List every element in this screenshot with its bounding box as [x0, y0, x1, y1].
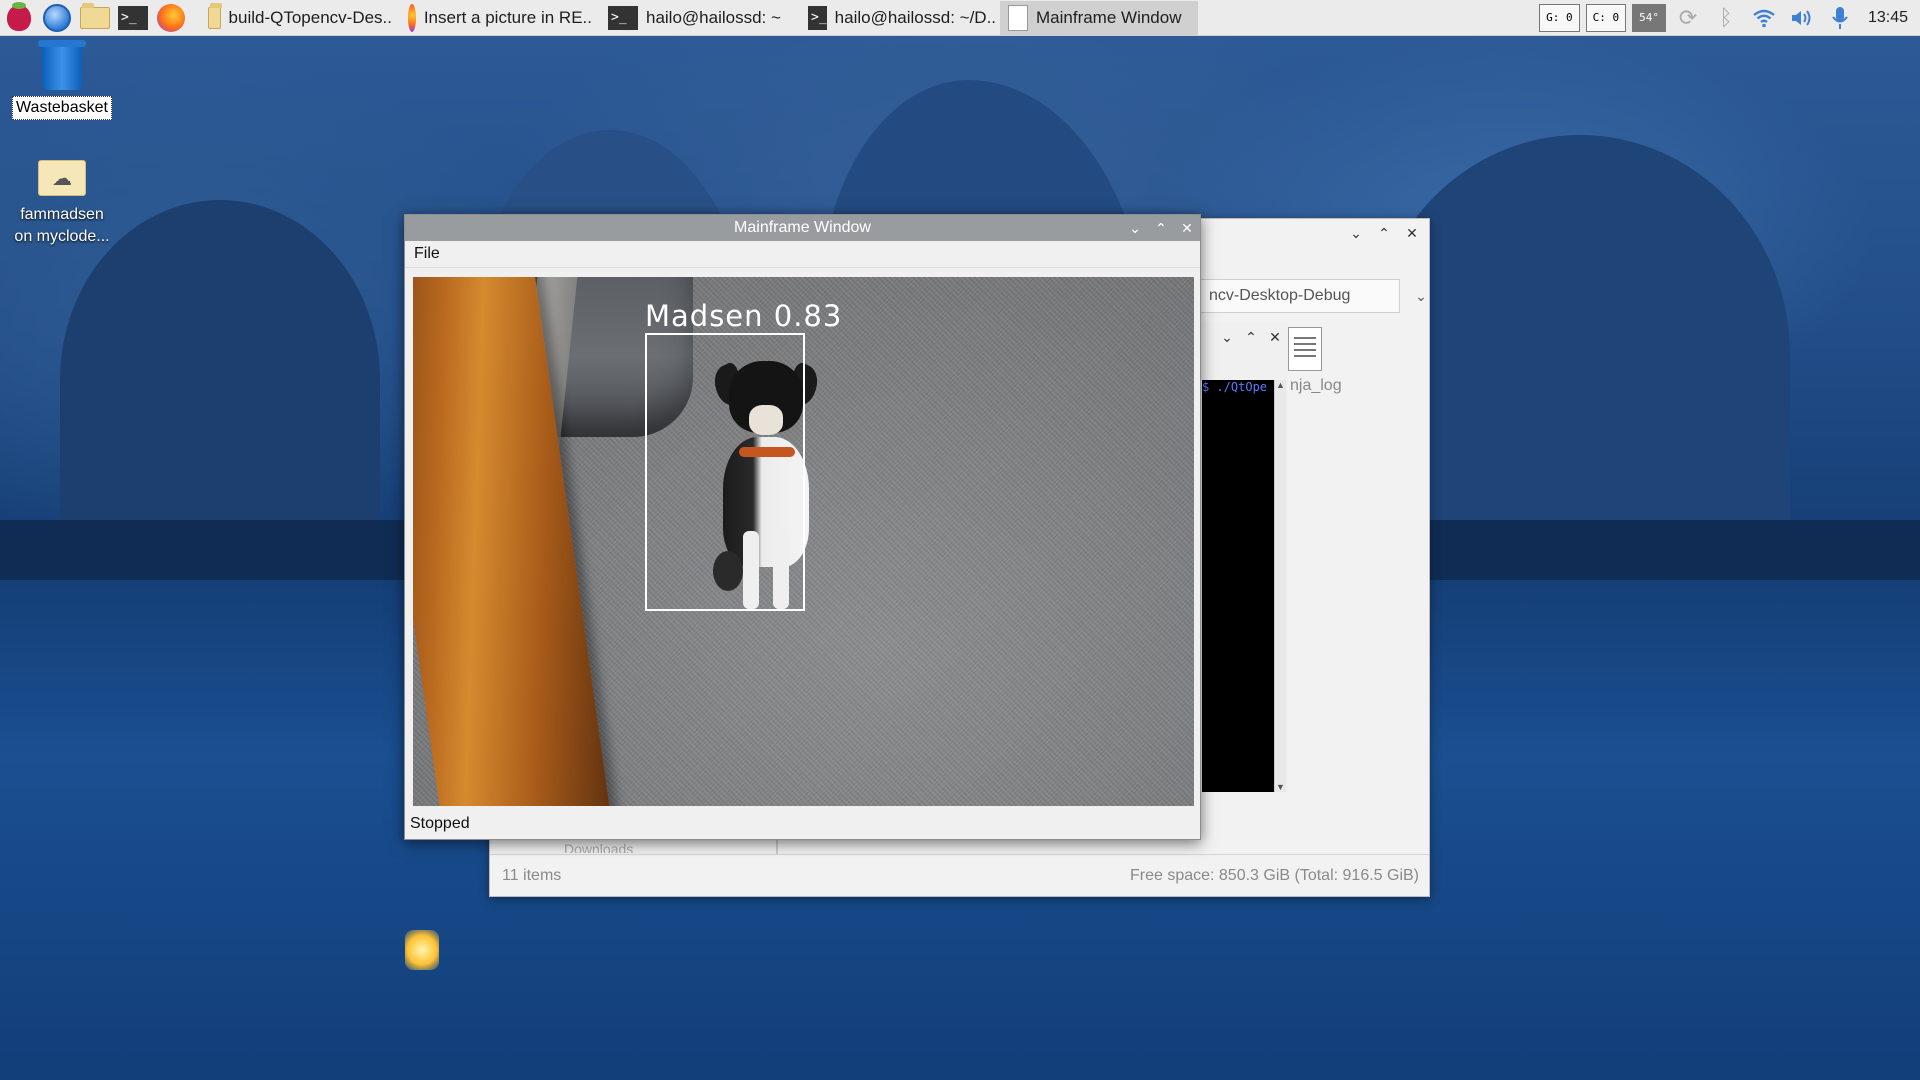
desktop-icon-label: Wastebasket: [12, 96, 112, 120]
taskbar-task-label: hailo@hailossd: ~/D..: [834, 7, 997, 27]
taskbar-task-file-manager[interactable]: build-QTopencv-Des..: [200, 1, 400, 35]
desktop-icon-label-line1: fammadsen: [20, 206, 104, 223]
menu-file[interactable]: File: [414, 245, 440, 263]
microphone-icon[interactable]: [1824, 2, 1856, 34]
terminal-launcher[interactable]: >_: [114, 1, 152, 35]
camera-feed: Madsen 0.83: [413, 277, 1194, 806]
minimize-button[interactable]: ⌄: [1128, 220, 1142, 237]
free-space: Free space: 850.3 GiB (Total: 916.5 GiB): [1129, 866, 1419, 884]
web-browser-icon: [43, 3, 71, 32]
close-button[interactable]: ✕: [1405, 225, 1419, 242]
wallpaper-lantern: [405, 930, 439, 970]
detection-bounding-box: [645, 333, 805, 611]
terminal-scrollbar[interactable]: ▲ ▼: [1274, 380, 1286, 792]
bluetooth-icon[interactable]: ᛒ: [1710, 2, 1742, 34]
taskbar-task-mainframe[interactable]: Mainframe Window: [1000, 0, 1198, 35]
detection-label: Madsen 0.83: [645, 299, 843, 333]
web-browser-launcher[interactable]: [38, 1, 76, 35]
clock[interactable]: 13:45: [1868, 9, 1908, 27]
taskbar-task-label: Mainframe Window: [1036, 7, 1182, 27]
chevron-down-icon[interactable]: ⌄: [1410, 279, 1432, 313]
temperature-monitor[interactable]: 54°: [1632, 3, 1666, 32]
scroll-down-icon[interactable]: ▼: [1276, 782, 1285, 792]
taskbar-task-label: hailo@hailossd: ~: [646, 7, 781, 27]
close-button[interactable]: ✕: [1180, 220, 1194, 237]
file-lines-decoration: [1294, 337, 1316, 357]
item-count: 11 items: [502, 866, 562, 884]
path-bar[interactable]: ncv-Desktop-Debug: [1200, 279, 1400, 313]
maximize-button[interactable]: ⌃: [1377, 225, 1391, 242]
file-manager-launcher[interactable]: [76, 1, 114, 35]
cloud-folder-icon: ☁: [38, 160, 86, 196]
taskbar: >_ build-QTopencv-Des.. Insert a picture…: [0, 0, 1920, 36]
taskbar-task-label: Insert a picture in RE..: [423, 7, 592, 27]
trash-icon: [38, 40, 86, 90]
firefox-icon: [408, 3, 416, 32]
minimize-button[interactable]: ⌄: [1349, 225, 1363, 242]
maximize-button[interactable]: ⌃: [1244, 329, 1258, 346]
mainframe-window[interactable]: Mainframe Window ⌄ ⌃ ✕ File Madsen 0.83 …: [404, 214, 1201, 840]
terminal-icon: >_: [808, 5, 827, 30]
firefox-icon: [157, 3, 185, 32]
desktop-icon-cloud-folder[interactable]: ☁ fammadsen on myclode...: [2, 160, 122, 248]
gpu-monitor[interactable]: G: 0: [1539, 3, 1580, 32]
mainframe-titlebar[interactable]: Mainframe Window ⌄ ⌃ ✕: [405, 215, 1200, 241]
system-tray: G: 0 C: 0 54° ⟳ ᛒ 13:45: [1539, 2, 1920, 34]
wallpaper-mountain: [60, 200, 380, 560]
document-icon: [1008, 4, 1028, 31]
taskbar-task-terminal-dir[interactable]: >_ hailo@hailossd: ~/D..: [800, 1, 1000, 35]
window-title: Mainframe Window: [734, 219, 871, 236]
desktop-icon-wastebasket[interactable]: Wastebasket: [2, 40, 122, 120]
raspberry-menu-button[interactable]: [0, 1, 38, 35]
scroll-up-icon[interactable]: ▲: [1276, 380, 1285, 390]
wifi-icon[interactable]: [1748, 2, 1780, 34]
path-bar-text: ncv-Desktop-Debug: [1209, 287, 1351, 304]
terminal-icon: >_: [118, 5, 148, 30]
status-text: Stopped: [410, 815, 470, 832]
pane-divider[interactable]: [776, 839, 778, 854]
taskbar-task-label: build-QTopencv-Des..: [228, 7, 392, 27]
sidebar-item-downloads[interactable]: Downloads: [564, 841, 633, 853]
close-button[interactable]: ✕: [1268, 329, 1282, 346]
menubar: File: [405, 241, 1200, 268]
sync-icon[interactable]: ⟳: [1672, 2, 1704, 34]
volume-icon[interactable]: [1786, 2, 1818, 34]
folder-icon: [208, 2, 222, 29]
terminal-icon: >_: [608, 5, 638, 30]
file-label[interactable]: nja_log: [1290, 377, 1342, 395]
raspberry-menu-icon: [7, 1, 31, 31]
taskbar-task-firefox[interactable]: Insert a picture in RE..: [400, 1, 600, 35]
cpu-monitor[interactable]: C: 0: [1585, 3, 1627, 32]
file-manager-icon: [80, 2, 110, 29]
firefox-launcher[interactable]: [152, 1, 190, 35]
terminal-output[interactable]: $ ./QtOpe: [1202, 380, 1274, 792]
desktop-icon-label-line2: on myclode...: [14, 228, 110, 245]
terminal-command: $ ./QtOpe: [1202, 380, 1268, 394]
wallpaper-mountain: [1370, 135, 1790, 575]
terminal-titlebar[interactable]: ⌄ ⌃ ✕: [1202, 322, 1288, 352]
file-manager-statusbar: 11 items Free space: 850.3 GiB (Total: 9…: [490, 854, 1429, 896]
maximize-button[interactable]: ⌃: [1154, 220, 1168, 237]
minimize-button[interactable]: ⌄: [1220, 329, 1234, 346]
taskbar-task-terminal-home[interactable]: >_ hailo@hailossd: ~: [600, 1, 800, 35]
terminal-window[interactable]: ⌄ ⌃ ✕ $ ./QtOpe ▲ ▼: [1202, 322, 1288, 792]
